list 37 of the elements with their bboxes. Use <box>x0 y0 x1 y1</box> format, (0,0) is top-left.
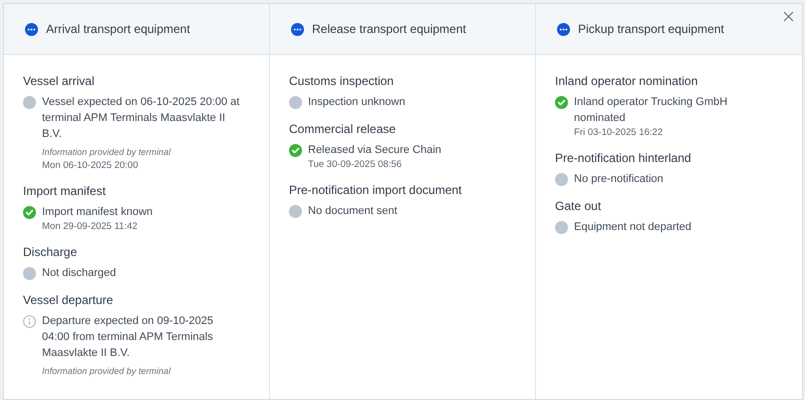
timestamp: Mon 06-10-2025 20:00 <box>42 159 140 172</box>
section-heading: Discharge <box>23 244 78 261</box>
section-heading: Import manifest <box>23 183 107 200</box>
info-note: Information provided by terminal <box>42 146 172 159</box>
status-text: Equipment not departed <box>574 220 692 235</box>
more-icon <box>557 22 570 36</box>
section-heading: Vessel arrival <box>23 73 96 90</box>
status-text: Released via Secure Chain <box>308 143 442 158</box>
info-note: Information provided by terminal <box>42 365 172 378</box>
column-title: Release transport equipment <box>312 21 466 38</box>
section-heading: Commercial release <box>289 121 397 138</box>
check-icon <box>23 206 36 219</box>
status-text: Inspection unknown <box>308 95 406 110</box>
timestamp: Mon 29-09-2025 11:42 <box>42 220 138 233</box>
more-icon <box>25 22 38 36</box>
section-heading: Pre-notification import document <box>289 182 463 199</box>
section-heading: Inland operator nomination <box>555 73 699 90</box>
status-text: Departure expected on 09-10-2025 04:00 from terminal APM Terminals Maasvlakte II B.V. <box>42 314 214 361</box>
status-text: Vessel expected on 06-10-2025 20:00 at terminal APM Terminals Maasvlakte II B.V. <box>42 95 241 142</box>
status-text: Inland operator Trucking GmbH nominated <box>574 95 728 126</box>
timestamp: Fri 03-10-2025 16:22 <box>574 126 664 139</box>
check-icon <box>555 96 568 109</box>
status-text: No document sent <box>308 204 398 219</box>
section-heading: Gate out <box>555 198 602 215</box>
close-icon <box>782 10 794 22</box>
status-text: No pre-notification <box>574 172 664 187</box>
section-heading: Vessel departure <box>23 292 114 309</box>
check-icon <box>289 144 302 157</box>
status-text: Not discharged <box>42 266 117 281</box>
column-title: Pickup transport equipment <box>578 21 724 38</box>
timestamp: Tue 30-09-2025 08:56 <box>308 158 403 171</box>
info-icon <box>23 315 36 328</box>
section-heading: Pre-notification hinterland <box>555 150 692 167</box>
status-text: Import manifest known <box>42 205 154 220</box>
section-heading: Customs inspection <box>289 73 395 90</box>
column-title: Arrival transport equipment <box>46 21 190 38</box>
more-icon <box>291 22 304 36</box>
